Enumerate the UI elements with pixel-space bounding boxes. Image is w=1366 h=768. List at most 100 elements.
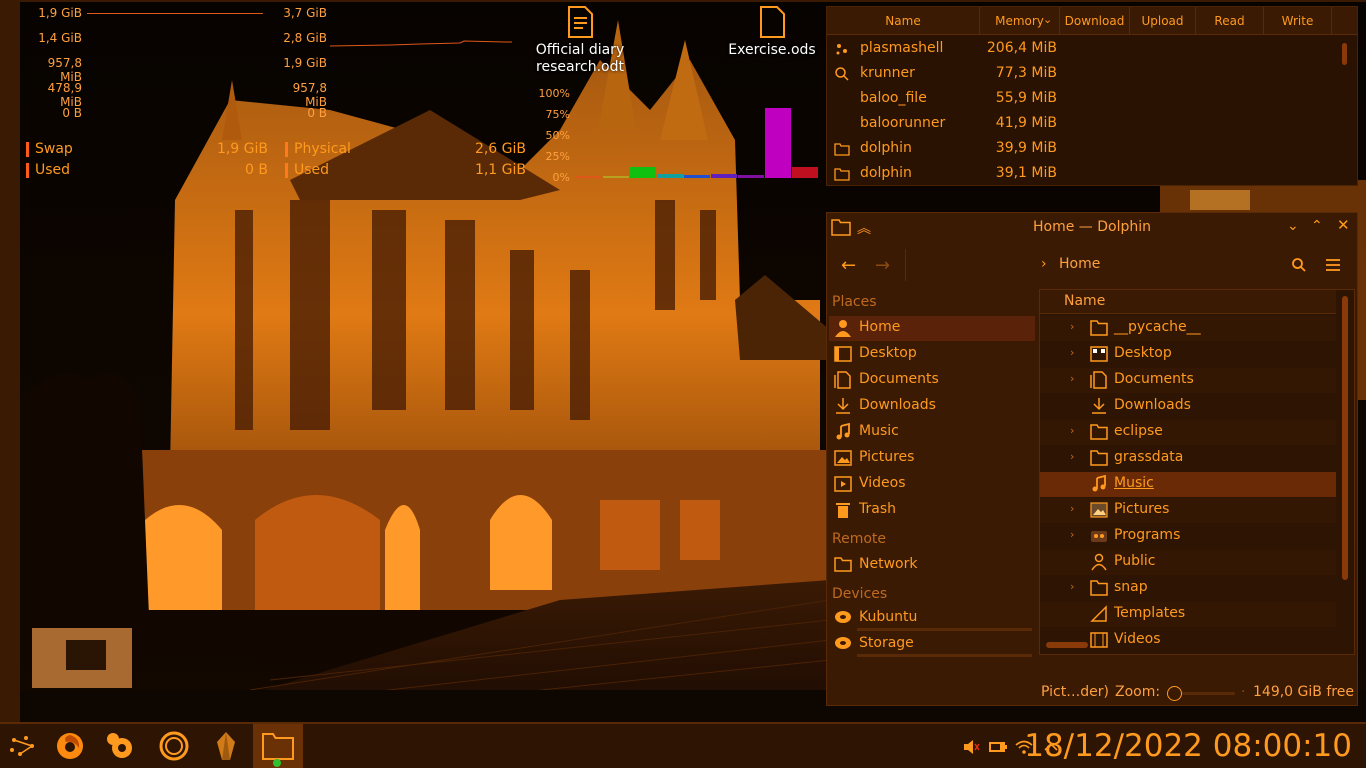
file-row[interactable]: › Programs	[1040, 524, 1336, 549]
places-item-label: Videos	[859, 475, 906, 491]
plasma-icon	[836, 44, 847, 55]
expand-arrow-icon[interactable]: ›	[1070, 502, 1074, 515]
process-row[interactable]: dolphin 39,9 MiB	[827, 137, 1347, 162]
file-row[interactable]: Templates	[1040, 602, 1336, 627]
swap-tick-label: 957,8 MiB	[47, 56, 82, 84]
application-launcher-icon[interactable]	[6, 730, 38, 762]
close-icon[interactable]: ✕	[1337, 216, 1350, 234]
zoom-slider-handle[interactable]	[1167, 686, 1182, 701]
file-row[interactable]: › grassdata	[1040, 446, 1336, 471]
places-item-kubuntu[interactable]: Kubuntu	[829, 606, 1035, 631]
system-settings-icon[interactable]	[104, 730, 136, 762]
desktop-file-odt[interactable]: Official diary research.odt	[530, 6, 630, 76]
file-row[interactable]: Downloads	[1040, 394, 1336, 419]
process-table-scrollbar[interactable]	[1342, 43, 1347, 65]
places-item-storage[interactable]: Storage	[829, 632, 1035, 657]
column-header-write[interactable]: Write	[1264, 7, 1332, 35]
digital-clock[interactable]: 18/12/2022 08:00:10	[1024, 728, 1352, 764]
breadcrumb-home[interactable]: Home	[1059, 256, 1100, 272]
process-memory: 39,1 MiB	[995, 165, 1057, 181]
swap-total-value: 1,9 GiB	[216, 141, 268, 157]
music-folder-icon	[1092, 475, 1106, 492]
drive-icon	[835, 637, 851, 649]
expand-arrow-icon[interactable]: ›	[1070, 320, 1074, 333]
network-folder-icon	[834, 557, 852, 572]
process-row[interactable]: baloo_file 55,9 MiB	[827, 87, 1347, 112]
process-monitor-widget: Name Memory ⌄ Download Upload Read Write…	[826, 6, 1358, 186]
expand-arrow-icon[interactable]: ›	[1070, 528, 1074, 541]
expand-arrow-icon[interactable]: ›	[1070, 450, 1074, 463]
physical-total-value: 2,6 GiB	[474, 141, 526, 157]
file-name: Music	[1114, 475, 1154, 491]
forward-button[interactable]: →	[875, 255, 890, 276]
file-row[interactable]: › __pycache__	[1040, 316, 1336, 341]
file-name: Downloads	[1114, 397, 1191, 413]
music-icon	[836, 423, 850, 440]
task-badge-icon	[273, 759, 281, 767]
file-view-horizontal-scrollbar[interactable]	[1046, 642, 1088, 648]
swap-tick-label: 0 B	[62, 106, 82, 120]
process-row[interactable]: krunner 77,3 MiB	[827, 62, 1347, 87]
window-titlebar[interactable]: ︽ Home — Dolphin ⌄ ⌃ ✕	[827, 213, 1357, 243]
file-row[interactable]: › eclipse	[1040, 420, 1336, 445]
dolphin-window: ︽ Home — Dolphin ⌄ ⌃ ✕ ← → › Home Places…	[826, 212, 1358, 706]
file-row[interactable]: › Documents	[1040, 368, 1336, 393]
expand-arrow-icon[interactable]: ›	[1070, 580, 1074, 593]
file-row[interactable]: › snap	[1040, 576, 1336, 601]
file-row[interactable]: Videos	[1040, 628, 1336, 653]
column-header-name[interactable]: Name	[827, 7, 980, 35]
folder-icon	[834, 168, 850, 181]
places-item-music[interactable]: Music	[829, 420, 1035, 445]
places-item-label: Kubuntu	[859, 609, 918, 625]
cpu-bar-area	[576, 94, 818, 178]
expand-arrow-icon[interactable]: ›	[1070, 372, 1074, 385]
firefox-icon[interactable]	[54, 730, 86, 762]
cpu-tick-label: 100%	[538, 87, 570, 100]
gem-app-icon[interactable]	[210, 730, 242, 762]
file-view-column-header[interactable]: Name	[1040, 290, 1336, 314]
cpu-tick-label: 50%	[545, 129, 570, 142]
places-item-home[interactable]: Home	[829, 316, 1035, 341]
column-header-read[interactable]: Read	[1196, 7, 1264, 35]
physical-tick-label: 1,9 GiB	[283, 56, 327, 70]
file-row[interactable]: › Pictures	[1040, 498, 1336, 523]
expand-arrow-icon[interactable]: ›	[1070, 424, 1074, 437]
file-name: Videos	[1114, 631, 1161, 647]
pictures-icon	[834, 450, 852, 466]
places-item-network[interactable]: Network	[829, 553, 1035, 578]
documents-icon	[834, 371, 851, 389]
file-row-selected[interactable]: Music	[1040, 472, 1336, 497]
volume-muted-icon[interactable]	[962, 738, 980, 756]
places-item-videos[interactable]: Videos	[829, 472, 1035, 497]
physical-tick-label: 957,8 MiB	[292, 81, 327, 109]
process-row[interactable]: baloorunner 41,9 MiB	[827, 112, 1347, 137]
column-header-upload[interactable]: Upload	[1130, 7, 1196, 35]
zoom-slider[interactable]	[1167, 686, 1235, 701]
places-item-downloads[interactable]: Downloads	[829, 394, 1035, 419]
file-row[interactable]: Public	[1040, 550, 1336, 575]
expand-arrow-icon[interactable]: ›	[1070, 346, 1074, 359]
minimize-icon[interactable]: ⌄	[1287, 218, 1299, 234]
places-item-trash[interactable]: Trash	[829, 498, 1035, 523]
remote-section-header: Remote	[832, 531, 887, 547]
column-header-download[interactable]: Download	[1060, 7, 1130, 35]
folder-icon	[1090, 580, 1108, 596]
battery-icon[interactable]	[988, 738, 1008, 756]
process-row[interactable]: plasmashell 206,4 MiB	[827, 37, 1347, 62]
process-row[interactable]: dolphin 39,1 MiB	[827, 162, 1347, 187]
file-view-vertical-scrollbar[interactable]	[1342, 296, 1348, 580]
discover-icon[interactable]	[158, 730, 190, 762]
desktop-file-ods[interactable]: Exercise.ods	[724, 6, 820, 59]
places-item-documents[interactable]: Documents	[829, 368, 1035, 393]
maximize-icon[interactable]: ⌃	[1311, 218, 1323, 234]
places-item-pictures[interactable]: Pictures	[829, 446, 1035, 471]
file-name: snap	[1114, 579, 1148, 595]
process-name: plasmashell	[860, 40, 944, 56]
task-dolphin-active[interactable]	[253, 724, 303, 768]
places-item-desktop[interactable]: Desktop	[829, 342, 1035, 367]
back-button[interactable]: ←	[841, 255, 856, 276]
physical-tick-label: 3,7 GiB	[283, 6, 327, 20]
hamburger-menu-icon[interactable]	[1325, 257, 1341, 273]
file-row[interactable]: › Desktop	[1040, 342, 1336, 367]
search-icon[interactable]	[1291, 257, 1307, 273]
